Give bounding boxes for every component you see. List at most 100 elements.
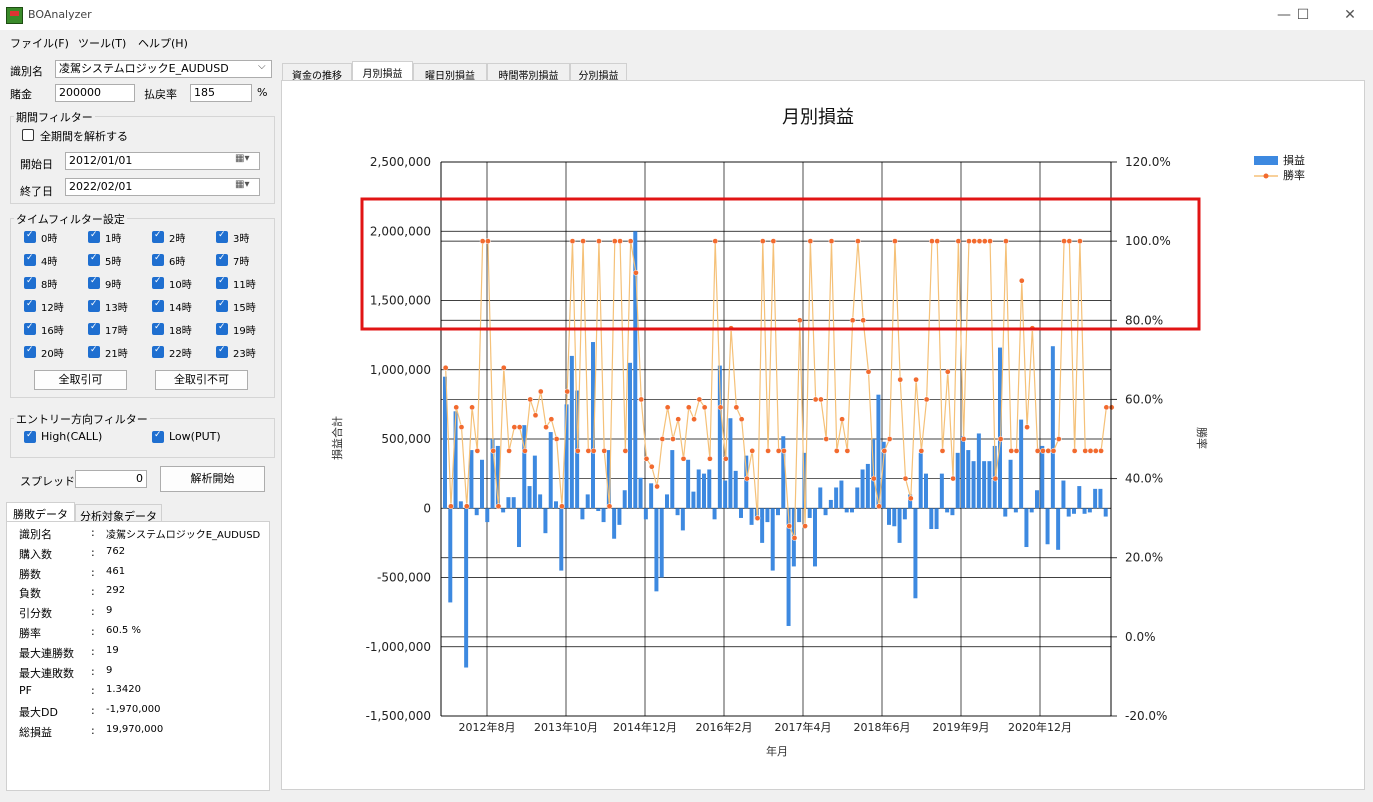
menu-bar bbox=[0, 31, 1373, 53]
hour-checkbox-15[interactable] bbox=[216, 299, 228, 312]
hour-checkbox-11[interactable] bbox=[216, 276, 228, 289]
hour-checkbox-6[interactable] bbox=[152, 253, 164, 266]
hour-checkbox-4[interactable] bbox=[24, 253, 36, 266]
hour-checkbox-13[interactable] bbox=[88, 299, 100, 312]
tab-win-loss-data[interactable]: 勝敗データ bbox=[6, 502, 75, 522]
close-button[interactable]: ✕ bbox=[1332, 2, 1368, 28]
win-rate-point bbox=[543, 424, 549, 430]
bar bbox=[781, 436, 786, 509]
hour-checkbox-3[interactable] bbox=[216, 230, 228, 243]
win-rate-point bbox=[712, 238, 719, 244]
menu-tools[interactable]: ツール(T) bbox=[78, 35, 126, 51]
win-rate-point bbox=[522, 448, 528, 454]
win-rate-point bbox=[532, 412, 539, 419]
hour-checkbox-8[interactable] bbox=[24, 276, 36, 289]
bar bbox=[554, 501, 558, 509]
win-rate-point bbox=[876, 503, 882, 510]
win-rate-point bbox=[696, 396, 703, 403]
all-trade-on-button[interactable]: 全取引可 bbox=[34, 370, 127, 390]
hour-checkbox-9[interactable] bbox=[88, 276, 100, 289]
win-rate-point bbox=[1024, 424, 1030, 430]
hour-checkbox-1[interactable] bbox=[88, 230, 100, 243]
bet-input[interactable]: 200000 bbox=[55, 84, 135, 102]
win-rate-point bbox=[722, 455, 729, 462]
all-trade-off-button[interactable]: 全取引不可 bbox=[155, 370, 248, 390]
bar bbox=[807, 508, 812, 518]
calendar-icon[interactable]: ▦▾ bbox=[235, 153, 249, 164]
hour-label-13: 13時 bbox=[105, 303, 128, 314]
bar bbox=[918, 452, 923, 509]
bar bbox=[776, 508, 780, 516]
bar bbox=[1050, 346, 1055, 509]
tab-analysis-data[interactable]: 分析対象データ bbox=[75, 504, 162, 523]
hour-checkbox-0[interactable] bbox=[24, 230, 36, 243]
bar bbox=[982, 461, 987, 509]
win-rate-point bbox=[870, 475, 877, 482]
hour-checkbox-10[interactable] bbox=[152, 276, 164, 289]
hour-checkbox-16[interactable] bbox=[24, 322, 36, 335]
tab-chart-0[interactable]: 資金の推移 bbox=[282, 63, 352, 82]
bar bbox=[1077, 486, 1082, 509]
win-rate-point bbox=[495, 503, 502, 510]
menu-help[interactable]: ヘルプ(H) bbox=[138, 35, 188, 51]
maximize-button[interactable]: ☐ bbox=[1285, 2, 1321, 28]
hour-label-22: 22時 bbox=[169, 349, 192, 360]
hour-checkbox-5[interactable] bbox=[88, 253, 100, 266]
tab-chart-1[interactable]: 月別損益 bbox=[352, 61, 413, 81]
y2-tick-label: 120.0% bbox=[1125, 155, 1171, 169]
start-date-picker[interactable]: 2012/01/01 bbox=[65, 152, 260, 170]
hour-checkbox-18[interactable] bbox=[152, 322, 164, 335]
hour-label-17: 17時 bbox=[105, 326, 128, 337]
menu-file[interactable]: ファイル(F) bbox=[10, 35, 69, 51]
bar bbox=[527, 486, 532, 509]
win-rate-point bbox=[537, 388, 544, 395]
calendar-icon[interactable]: ▦▾ bbox=[235, 179, 249, 190]
hour-checkbox-2[interactable] bbox=[152, 230, 164, 243]
stat-key: 負数 bbox=[19, 587, 41, 601]
y-tick-label: -1,000,000 bbox=[366, 640, 431, 654]
hour-checkbox-14[interactable] bbox=[152, 299, 164, 312]
hour-checkbox-22[interactable] bbox=[152, 345, 164, 358]
tab-chart-3[interactable]: 時間帯別損益 bbox=[487, 63, 570, 82]
hour-checkbox-20[interactable] bbox=[24, 345, 36, 358]
bar bbox=[844, 508, 849, 513]
all-period-checkbox[interactable] bbox=[22, 129, 34, 141]
hour-label-15: 15時 bbox=[233, 303, 256, 314]
win-rate-point bbox=[633, 269, 639, 276]
hour-checkbox-17[interactable] bbox=[88, 322, 100, 335]
x-tick-label: 2019年9月 bbox=[933, 720, 990, 734]
tab-chart-4[interactable]: 分別損益 bbox=[570, 63, 627, 82]
hour-checkbox-19[interactable] bbox=[216, 322, 228, 335]
spread-label: スプレッド bbox=[20, 475, 75, 488]
bar bbox=[1072, 508, 1076, 514]
win-rate-point bbox=[474, 448, 481, 454]
win-rate-point bbox=[1071, 448, 1078, 454]
win-rate-point bbox=[754, 515, 761, 521]
analyze-button[interactable]: 解析開始 bbox=[160, 466, 265, 492]
chevron-down-icon[interactable]: ⌵ bbox=[258, 61, 266, 72]
payout-input[interactable]: 185 bbox=[190, 84, 252, 102]
end-date-picker[interactable]: 2022/02/01 bbox=[65, 178, 260, 196]
stat-value: 461 bbox=[106, 565, 126, 577]
high-checkbox[interactable] bbox=[24, 430, 36, 443]
low-checkbox[interactable] bbox=[152, 430, 164, 443]
bar bbox=[659, 508, 664, 578]
hour-checkbox-7[interactable] bbox=[216, 253, 228, 266]
legend-bar-label: 損益 bbox=[1283, 153, 1305, 167]
win-rate-point bbox=[1108, 404, 1115, 411]
hour-checkbox-21[interactable] bbox=[88, 345, 100, 358]
bar bbox=[448, 508, 453, 603]
tab-chart-2[interactable]: 曜日別損益 bbox=[413, 63, 487, 82]
time-filter-title: タイムフィルター設定 bbox=[14, 211, 127, 227]
win-rate-point bbox=[685, 404, 692, 411]
bar bbox=[464, 508, 469, 668]
bar bbox=[522, 425, 527, 509]
id-select[interactable]: 凌駕システムロジックE_AUDUSD bbox=[55, 60, 272, 78]
hour-checkbox-23[interactable] bbox=[216, 345, 228, 358]
bar bbox=[1013, 508, 1018, 513]
spread-input[interactable]: 0 bbox=[75, 470, 147, 488]
stat-key: 勝数 bbox=[19, 567, 41, 581]
win-rate-point bbox=[987, 238, 993, 244]
hour-checkbox-12[interactable] bbox=[24, 299, 36, 312]
win-rate-point bbox=[559, 503, 565, 510]
